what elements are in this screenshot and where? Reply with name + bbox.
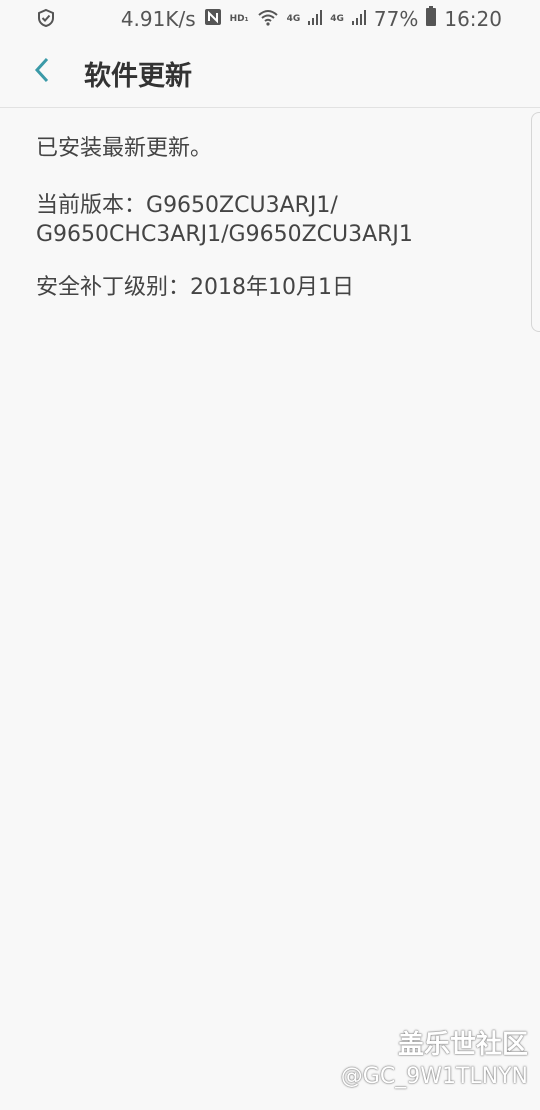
wifi-icon	[257, 7, 279, 31]
nfc-icon	[204, 7, 222, 31]
back-button[interactable]	[20, 50, 64, 94]
signal-icon-2	[351, 7, 366, 31]
version-line2: G9650CHC3ARJ1/G9650ZCU3ARJ1	[36, 222, 413, 247]
chevron-left-icon	[32, 56, 52, 88]
signal-label-1: 4G	[286, 13, 301, 24]
version-label: 当前版本：	[36, 193, 147, 218]
signal-icon	[308, 7, 323, 31]
battery-icon	[426, 6, 437, 31]
update-status-message: 已安装最新更新。	[36, 136, 213, 161]
shield-check-icon	[36, 8, 56, 28]
edge-panel-handle[interactable]	[531, 112, 540, 332]
clock: 16:20	[444, 6, 502, 31]
security-patch-level: 安全补丁级别：2018年10月1日	[36, 273, 506, 302]
hd-label: HD₁	[229, 13, 249, 24]
app-bar: 软件更新	[0, 36, 540, 108]
status-indicators: 4.91K/s HD₁ 4G 4G 77% 16:20	[121, 6, 502, 31]
watermark-user: @GC_9W1TLNYN	[340, 1064, 528, 1089]
signal-label-2: 4G	[330, 13, 344, 24]
network-speed: 4.91K/s	[120, 6, 196, 31]
page-title: 软件更新	[84, 61, 192, 92]
patch-value: 2018年10月1日	[190, 275, 354, 300]
current-version: 当前版本：G9650ZCU3ARJ1/ G9650CHC3ARJ1/G9650Z…	[36, 191, 506, 249]
version-line1: G9650ZCU3ARJ1/	[146, 193, 338, 218]
battery-percent: 77%	[373, 6, 419, 31]
watermark-title: 盖乐世社区	[397, 1030, 528, 1060]
status-bar: 4.91K/s HD₁ 4G 4G 77% 16:20	[0, 0, 540, 36]
patch-label: 安全补丁级别：	[36, 275, 191, 300]
update-info: 已安装最新更新。 当前版本：G9650ZCU3ARJ1/ G9650CHC3AR…	[36, 134, 506, 326]
